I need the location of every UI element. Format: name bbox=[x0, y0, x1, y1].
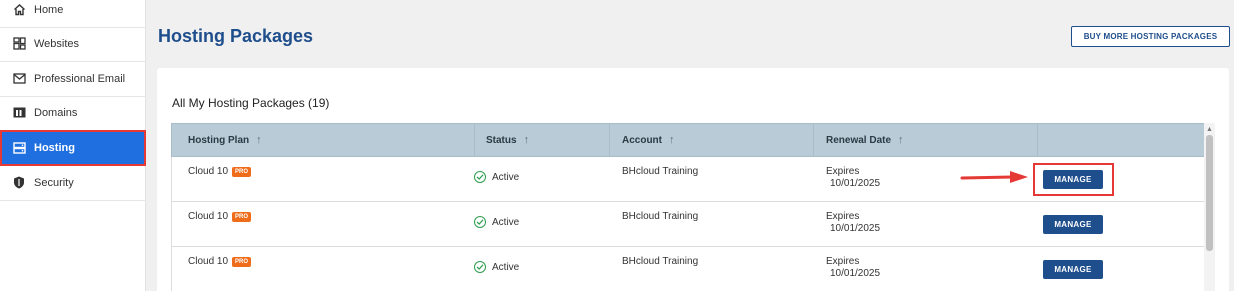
renewal-date-cell: Expires 10/01/2025 bbox=[826, 166, 881, 189]
column-header-status[interactable]: Status ↑ bbox=[486, 124, 529, 156]
sidebar-item-label: Home bbox=[34, 3, 64, 16]
hosting-icon bbox=[12, 141, 26, 155]
pro-badge: PRO bbox=[232, 212, 252, 222]
hosting-plan-cell: Cloud 10 PRO bbox=[188, 211, 252, 222]
websites-icon bbox=[12, 37, 26, 51]
manage-button[interactable]: MANAGE bbox=[1043, 215, 1103, 234]
status-cell: Active bbox=[474, 171, 519, 183]
table-row: Cloud 10 PRO Active BHcloud Training Expi… bbox=[171, 202, 1206, 247]
shield-icon bbox=[12, 176, 26, 190]
vertical-scrollbar[interactable]: ▲ bbox=[1204, 123, 1215, 291]
sort-arrow-icon: ↑ bbox=[523, 134, 530, 146]
home-icon bbox=[12, 3, 26, 17]
hosting-plan-cell: Cloud 10 PRO bbox=[188, 256, 252, 267]
column-header-renewal-date[interactable]: Renewal Date ↑ bbox=[826, 124, 904, 156]
sort-arrow-icon: ↑ bbox=[256, 134, 262, 146]
column-divider bbox=[813, 124, 814, 156]
pro-badge: PRO bbox=[232, 257, 252, 267]
sidebar-item-label: Hosting bbox=[34, 141, 75, 154]
renewal-date-cell: Expires 10/01/2025 bbox=[826, 256, 881, 279]
column-header-hosting-plan[interactable]: Hosting Plan ↑ bbox=[188, 124, 262, 156]
check-circle-icon bbox=[474, 261, 486, 273]
sidebar-item-label: Websites bbox=[34, 37, 80, 50]
account-cell: BHcloud Training bbox=[622, 211, 699, 222]
scrollbar-thumb[interactable] bbox=[1206, 135, 1213, 251]
account-cell: BHcloud Training bbox=[622, 256, 699, 267]
sort-arrow-icon: ↑ bbox=[898, 134, 904, 146]
annotation-arrow-icon bbox=[960, 171, 1028, 183]
account-cell: BHcloud Training bbox=[622, 166, 699, 177]
section-title: All My Hosting Packages (19) bbox=[172, 96, 330, 110]
table-row: Cloud 10 PRO Active BHcloud Training Expi… bbox=[171, 157, 1206, 202]
column-header-account[interactable]: Account ↑ bbox=[622, 124, 675, 156]
hosting-plan-cell: Cloud 10 PRO bbox=[188, 166, 252, 177]
table-row: Cloud 10 PRO Active BHcloud Training Expi… bbox=[171, 247, 1206, 291]
page-title: Hosting Packages bbox=[158, 26, 314, 46]
sidebar: Home Websites Professional Email Domains… bbox=[0, 0, 146, 291]
sidebar-item-professional-email[interactable]: Professional Email bbox=[0, 61, 146, 97]
column-divider bbox=[474, 124, 475, 156]
sidebar-item-hosting[interactable]: Hosting bbox=[0, 130, 146, 166]
sidebar-item-security[interactable]: Security bbox=[0, 165, 146, 201]
column-divider bbox=[1037, 124, 1038, 156]
manage-button[interactable]: MANAGE bbox=[1043, 260, 1103, 279]
buy-more-hosting-button[interactable]: BUY MORE HOSTING PACKAGES bbox=[1071, 26, 1230, 47]
manage-button[interactable]: MANAGE bbox=[1043, 170, 1103, 189]
check-circle-icon bbox=[474, 216, 486, 228]
sidebar-item-home[interactable]: Home bbox=[0, 0, 146, 28]
renewal-date-cell: Expires 10/01/2025 bbox=[826, 211, 881, 234]
sidebar-item-label: Professional Email bbox=[34, 72, 126, 85]
hosting-packages-card: All My Hosting Packages (19) Hosting Pla… bbox=[157, 68, 1229, 291]
check-circle-icon bbox=[474, 171, 486, 183]
status-cell: Active bbox=[474, 261, 519, 273]
mail-icon bbox=[12, 72, 26, 86]
pro-badge: PRO bbox=[232, 167, 252, 177]
sort-arrow-icon: ↑ bbox=[669, 134, 675, 146]
sidebar-item-label: Domains bbox=[34, 106, 78, 119]
status-cell: Active bbox=[474, 216, 519, 228]
domains-icon bbox=[12, 106, 26, 120]
column-divider bbox=[609, 124, 610, 156]
sidebar-item-label: Security bbox=[34, 176, 74, 189]
sidebar-item-websites[interactable]: Websites bbox=[0, 26, 146, 62]
scroll-up-icon[interactable]: ▲ bbox=[1204, 123, 1215, 135]
table-header: Hosting Plan ↑ Status ↑ Account ↑ Renewal D… bbox=[171, 123, 1206, 157]
sidebar-item-domains[interactable]: Domains bbox=[0, 95, 146, 131]
